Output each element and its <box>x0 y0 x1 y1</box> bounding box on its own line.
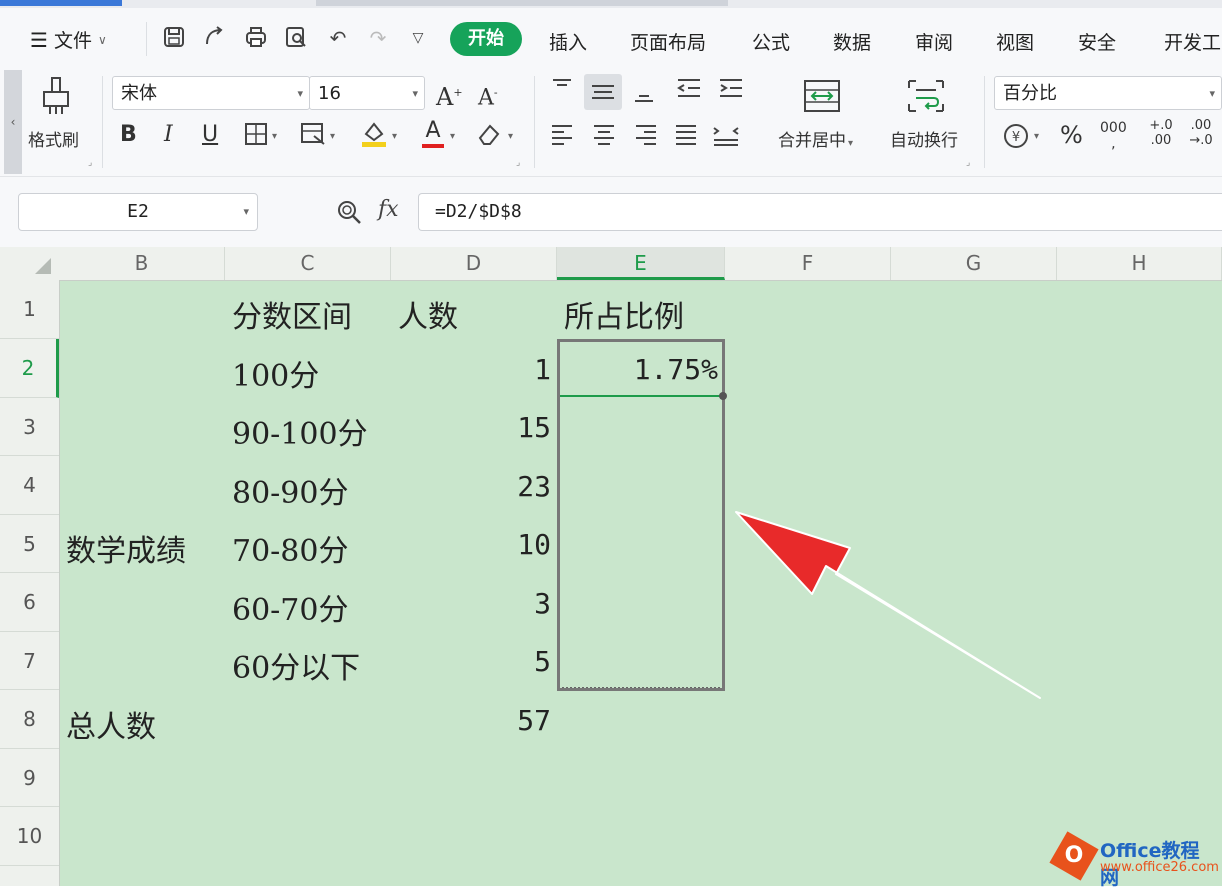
watermark-url: www.office26.com <box>1100 860 1219 875</box>
watermark: O Office教程网 www.office26.com <box>1049 831 1219 889</box>
red-arrow-shape <box>735 511 1041 699</box>
annotation-arrow <box>735 511 1041 699</box>
office-logo-icon: O <box>1049 831 1099 881</box>
